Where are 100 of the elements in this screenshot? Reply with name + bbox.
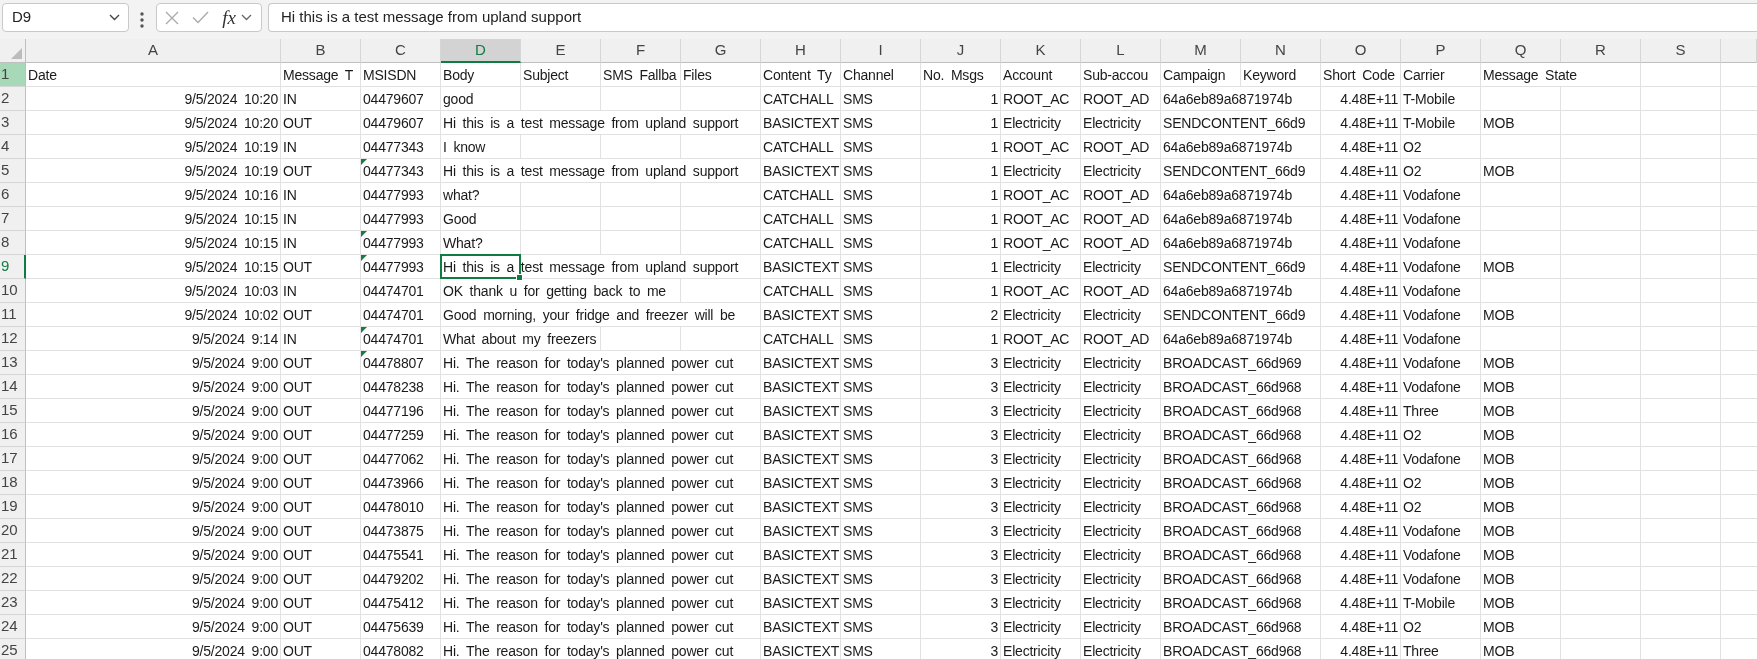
table-cell-text: MOB [1482, 594, 1516, 613]
table-cell: 04477993 [363, 212, 424, 226]
table-cell-text: Vodafone [1402, 450, 1462, 469]
column-header[interactable]: N [1241, 39, 1321, 63]
vertical-dots-icon[interactable] [140, 12, 144, 28]
table-cell-text: ROOT_AD [1082, 210, 1151, 229]
column-header[interactable]: J [921, 39, 1001, 63]
table-cell-text: T-Mobile [1402, 90, 1457, 109]
table-cell-text: Electricity [1002, 354, 1062, 373]
table-cell-text: 9/5/2024 10:19 [183, 138, 279, 157]
table-cell-text: 3 [989, 474, 999, 493]
table-cell-text: Electricity [1082, 570, 1142, 589]
table-cell-text: SMS [842, 474, 874, 493]
table-cell-text: OUT [282, 402, 313, 421]
table-cell-text: IN [282, 234, 298, 253]
table-cell-text: Electricity [1082, 642, 1142, 659]
column-header[interactable]: Q [1481, 39, 1561, 63]
column-header[interactable]: E [521, 39, 601, 63]
row-header[interactable]: 3 [0, 111, 26, 135]
row-header[interactable]: 9 [0, 255, 26, 279]
row-header[interactable]: 25 [0, 639, 26, 659]
column-header[interactable]: K [1001, 39, 1081, 63]
select-all-button[interactable] [0, 39, 26, 63]
row-header[interactable]: 15 [0, 399, 26, 423]
row-header[interactable]: 1 [0, 63, 26, 87]
row-header[interactable]: 17 [0, 447, 26, 471]
row-header[interactable]: 13 [0, 351, 26, 375]
column-header[interactable]: H [761, 39, 841, 63]
row-header[interactable]: 16 [0, 423, 26, 447]
row-header[interactable]: 21 [0, 543, 26, 567]
table-cell-text: BASICTEXT [762, 354, 840, 373]
table-cell-text: Vodafone [1402, 570, 1462, 589]
column-header[interactable]: S [1641, 39, 1721, 63]
table-cell-text: SMS [842, 114, 874, 133]
table-cell-text: ROOT_AD [1082, 186, 1151, 205]
fill-handle[interactable] [516, 274, 523, 281]
column-header[interactable]: I [841, 39, 921, 63]
column-header[interactable] [1721, 39, 1757, 63]
column-header[interactable]: C [361, 39, 441, 63]
table-cell-text: 9/5/2024 10:15 [183, 234, 279, 253]
row-header[interactable]: 10 [0, 279, 26, 303]
table-cell-text: ROOT_AC [1002, 234, 1071, 253]
row-header[interactable]: 18 [0, 471, 26, 495]
column-header[interactable]: B [281, 39, 361, 63]
table-cell-text: 3 [989, 618, 999, 637]
table-cell-text: 9/5/2024 9:00 [190, 570, 279, 589]
column-header[interactable]: A [26, 39, 281, 63]
table-cell-text: 9/5/2024 9:00 [190, 642, 279, 659]
row-header[interactable]: 22 [0, 567, 26, 591]
table-cell-text: 1 [989, 162, 999, 181]
row-header[interactable]: 19 [0, 495, 26, 519]
table-cell-text: 9/5/2024 10:02 [183, 306, 279, 325]
column-header[interactable]: L [1081, 39, 1161, 63]
table-cell-text: IN [282, 282, 298, 301]
column-header[interactable]: O [1321, 39, 1401, 63]
row-header[interactable]: 14 [0, 375, 26, 399]
table-cell-text: MOB [1482, 618, 1516, 637]
table-cell-text: OUT [282, 306, 313, 325]
row-header[interactable]: 5 [0, 159, 26, 183]
table-cell-text: 4.48E+11 [1339, 162, 1399, 181]
table-cell-text: Electricity [1002, 306, 1062, 325]
row-header[interactable]: 24 [0, 615, 26, 639]
header-cell-text: Message T [282, 66, 355, 85]
column-header[interactable]: P [1401, 39, 1481, 63]
table-cell-text: SMS [842, 402, 874, 421]
table-cell-text: MOB [1482, 306, 1516, 325]
chevron-down-icon [240, 14, 252, 21]
row-header[interactable]: 12 [0, 327, 26, 351]
table-cell-text: SMS [842, 282, 874, 301]
table-cell-text: Electricity [1082, 522, 1142, 541]
insert-function-button[interactable]: fx [215, 4, 259, 31]
table-cell-text: 4.48E+11 [1339, 234, 1399, 253]
column-header[interactable]: F [601, 39, 681, 63]
row-header[interactable]: 20 [0, 519, 26, 543]
table-cell: 04474701 [363, 284, 424, 298]
formula-field[interactable]: Hi this is a test message from upland support [268, 3, 1757, 32]
table-cell-text: MOB [1482, 450, 1516, 469]
column-header[interactable]: M [1161, 39, 1241, 63]
table-cell-text: SMS [842, 186, 874, 205]
table-cell-text: SMS [842, 594, 874, 613]
row-header[interactable]: 2 [0, 87, 26, 111]
row-header[interactable]: 7 [0, 207, 26, 231]
row-header[interactable]: 8 [0, 231, 26, 255]
row-header[interactable]: 6 [0, 183, 26, 207]
row-header[interactable]: 11 [0, 303, 26, 327]
table-cell-text: O2 [1402, 162, 1423, 181]
table-cell-text: CATCHALL [762, 234, 835, 253]
table-cell: 04478807 [363, 356, 424, 370]
table-cell-text: 1 [989, 258, 999, 277]
table-cell-text: ROOT_AD [1082, 282, 1151, 301]
column-header[interactable]: R [1561, 39, 1641, 63]
column-header[interactable]: D [441, 39, 521, 63]
table-cell-text: CATCHALL [762, 186, 835, 205]
table-cell-text: 1 [989, 210, 999, 229]
row-header[interactable]: 4 [0, 135, 26, 159]
table-cell-text: 9/5/2024 10:16 [183, 186, 279, 205]
name-box[interactable]: D9 [2, 3, 129, 32]
row-header[interactable]: 23 [0, 591, 26, 615]
table-cell-text: O2 [1402, 498, 1423, 517]
column-header[interactable]: G [681, 39, 761, 63]
